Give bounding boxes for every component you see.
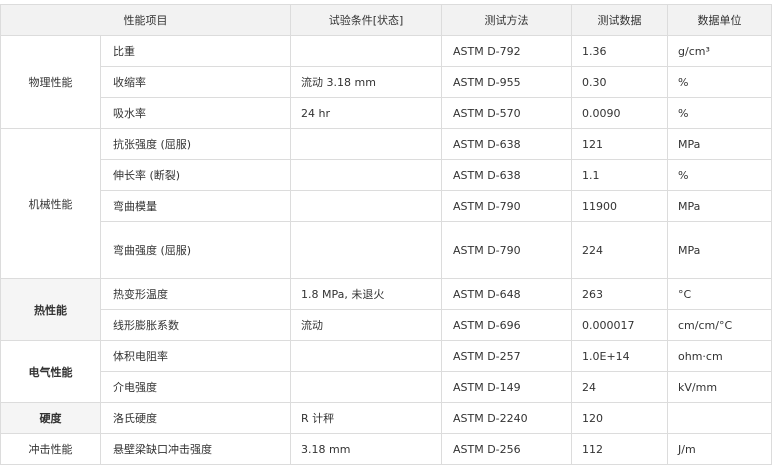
condition-cell (290, 128, 442, 160)
table-row: 弯曲强度 (屈服) ASTM D-790 224 MPa (1, 221, 772, 279)
condition-cell (290, 371, 442, 403)
unit-cell: % (667, 97, 772, 129)
method-cell: ASTM D-638 (441, 159, 572, 191)
condition-cell (290, 190, 442, 222)
unit-cell: % (667, 66, 772, 98)
table-row: 硬度 洛氏硬度 R 计秤 ASTM D-2240 120 (0, 402, 772, 434)
table-row: 收缩率 流动 3.18 mm ASTM D-955 0.30% (1, 66, 772, 98)
header-value: 测试数据 (571, 4, 668, 36)
property-cell: 介电强度 (100, 371, 291, 403)
method-cell: ASTM D-792 (441, 35, 572, 67)
property-cell: 收缩率 (100, 66, 291, 98)
property-cell: 洛氏硬度 (100, 402, 291, 434)
property-cell: 伸长率 (断裂) (100, 159, 291, 191)
table-row: 机械性能 抗张强度 (屈服) ASTM D-638 121 MPa (0, 128, 772, 279)
property-cell: 吸水率 (100, 97, 291, 129)
method-cell: ASTM D-2240 (441, 402, 572, 434)
value-cell: 112 (571, 433, 668, 465)
method-cell: ASTM D-257 (441, 340, 572, 372)
value-cell: 1.36 (571, 35, 668, 67)
value-cell: 120 (571, 402, 668, 434)
value-cell: 0.0090 (571, 97, 668, 129)
property-cell: 体积电阻率 (100, 340, 291, 372)
value-cell: 0.30 (571, 66, 668, 98)
table-row: 物理性能 比重 ASTM D-792 1.36 g/cm³ (0, 35, 772, 129)
condition-cell (290, 221, 442, 279)
header-method: 测试方法 (441, 4, 572, 36)
method-cell: ASTM D-570 (441, 97, 572, 129)
category-cell: 硬度 (0, 402, 101, 434)
property-cell: 比重 (100, 35, 291, 67)
unit-cell: g/cm³ (667, 35, 772, 67)
header-condition: 试验条件[状态] (290, 4, 442, 36)
method-cell: ASTM D-790 (441, 221, 572, 279)
condition-cell: R 计秤 (290, 402, 442, 434)
table-row: 弯曲模量 ASTM D-790 11900 MPa (1, 190, 772, 222)
unit-cell: MPa (667, 190, 772, 222)
method-cell: ASTM D-149 (441, 371, 572, 403)
condition-cell: 流动 3.18 mm (290, 66, 442, 98)
unit-cell: % (667, 159, 772, 191)
table-row: 线形膨胀系数 流动 ASTM D-696 0.000017 cm/cm/°C (1, 309, 772, 341)
value-cell: 0.000017 (571, 309, 668, 341)
header-row: 性能项目 试验条件[状态] 测试方法 测试数据 数据单位 (0, 4, 772, 36)
value-cell: 121 (571, 128, 668, 160)
method-cell: ASTM D-696 (441, 309, 572, 341)
property-cell: 弯曲模量 (100, 190, 291, 222)
table-row: 伸长率 (断裂) ASTM D-638 1.1% (1, 159, 772, 191)
condition-cell: 1.8 MPa, 未退火 (290, 278, 442, 310)
condition-cell: 3.18 mm (290, 433, 442, 465)
unit-cell: MPa (667, 221, 772, 279)
category-cell: 物理性能 (0, 35, 101, 129)
condition-cell (290, 159, 442, 191)
property-cell: 抗张强度 (屈服) (100, 128, 291, 160)
property-cell: 热变形温度 (100, 278, 291, 310)
method-cell: ASTM D-648 (441, 278, 572, 310)
condition-cell: 流动 (290, 309, 442, 341)
category-cell: 冲击性能 (0, 433, 101, 465)
method-cell: ASTM D-638 (441, 128, 572, 160)
unit-cell: ohm·cm (667, 340, 772, 372)
value-cell: 224 (571, 221, 668, 279)
condition-cell: 24 hr (290, 97, 442, 129)
properties-table: 性能项目 试验条件[状态] 测试方法 测试数据 数据单位 物理性能 比重 ASTM … (0, 4, 772, 465)
unit-cell (667, 402, 772, 434)
category-cell: 热性能 (0, 278, 101, 341)
value-cell: 263 (571, 278, 668, 310)
table-row: 介电强度 ASTM D-149 24 kV/mm (1, 371, 772, 403)
property-cell: 弯曲强度 (屈服) (100, 221, 291, 279)
method-cell: ASTM D-790 (441, 190, 572, 222)
table-row: 热性能 热变形温度 1.8 MPa, 未退火 ASTM D-648 263 °C (0, 278, 772, 341)
unit-cell: MPa (667, 128, 772, 160)
value-cell: 11900 (571, 190, 668, 222)
condition-cell (290, 35, 442, 67)
property-cell: 线形膨胀系数 (100, 309, 291, 341)
unit-cell: °C (667, 278, 772, 310)
category-cell: 电气性能 (0, 340, 101, 403)
header-property: 性能项目 (0, 4, 291, 36)
method-cell: ASTM D-256 (441, 433, 572, 465)
value-cell: 24 (571, 371, 668, 403)
property-cell: 悬壁梁缺口冲击强度 (100, 433, 291, 465)
header-unit: 数据单位 (667, 4, 772, 36)
table-row: 冲击性能 悬壁梁缺口冲击强度 3.18 mm ASTM D-256 112 J/m (0, 433, 772, 465)
table-row: 吸水率 24 hr ASTM D-570 0.0090% (1, 97, 772, 129)
category-cell: 机械性能 (0, 128, 101, 279)
value-cell: 1.0E+14 (571, 340, 668, 372)
unit-cell: cm/cm/°C (667, 309, 772, 341)
table-row: 电气性能 体积电阻率 ASTM D-257 1.0E+14 ohm·cm (0, 340, 772, 403)
unit-cell: J/m (667, 433, 772, 465)
condition-cell (290, 340, 442, 372)
value-cell: 1.1 (571, 159, 668, 191)
unit-cell: kV/mm (667, 371, 772, 403)
method-cell: ASTM D-955 (441, 66, 572, 98)
